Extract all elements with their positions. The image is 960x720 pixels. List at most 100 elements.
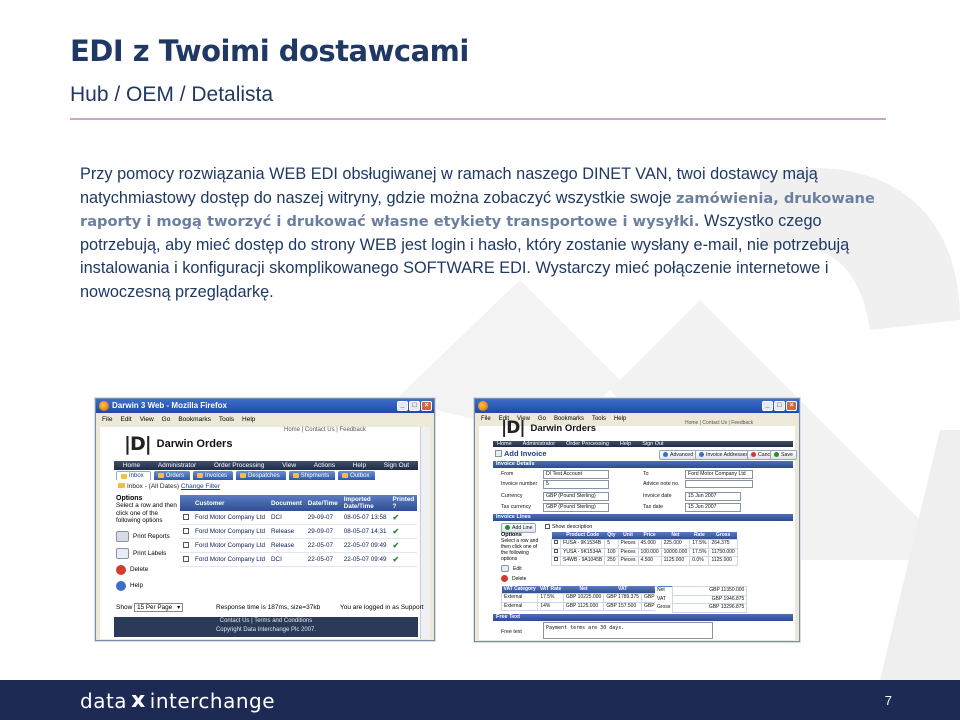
nav-administrator[interactable]: Administrator: [158, 462, 196, 469]
inbox-table: Customer Document Date/Time Imported Dat…: [180, 495, 418, 567]
col-customer[interactable]: Customer: [192, 495, 268, 511]
company-logo: data x interchange: [80, 688, 275, 713]
minimize-button[interactable]: _: [397, 401, 408, 411]
to-select[interactable]: Ford Motor Company Ltd: [685, 470, 753, 479]
page-number: 7: [884, 693, 892, 708]
tab-orders[interactable]: Orders: [153, 471, 191, 480]
maximize-button[interactable]: □: [774, 401, 785, 411]
options-description: Select a row and then click one of the f…: [116, 502, 177, 524]
table-row[interactable]: YUSA - 9K1534A 100 Pieces 100.000 10000.…: [551, 547, 738, 557]
app-name: Darwin Orders: [156, 438, 233, 450]
nav-sign-out[interactable]: Sign Out: [384, 462, 409, 469]
row-checkbox[interactable]: [183, 555, 189, 562]
close-button[interactable]: ×: [786, 401, 797, 411]
menu-tools[interactable]: Tools: [219, 413, 234, 426]
advanced-button[interactable]: Advanced: [659, 450, 698, 460]
maximize-button[interactable]: □: [409, 401, 420, 411]
options-title: Options: [116, 495, 143, 502]
tax-currency-select[interactable]: GBP (Pound Sterling): [543, 503, 609, 512]
table-row[interactable]: Ford Motor Company Ltd Release 22-05-07 …: [180, 538, 418, 553]
delete-icon: [501, 575, 508, 582]
total-row-gross: Gross GBP 13296.875: [655, 603, 748, 613]
row-checkbox[interactable]: [183, 541, 189, 548]
free-text-area[interactable]: Payment terms are 30 days.: [543, 622, 713, 639]
nav-order-processing[interactable]: Order Processing: [214, 462, 265, 469]
save-button[interactable]: Save: [770, 450, 797, 460]
tab-invoices[interactable]: Invoices: [193, 471, 234, 480]
menu-bookmarks[interactable]: Bookmarks: [178, 413, 211, 426]
currency-select[interactable]: GBP (Pound Sterling): [543, 492, 609, 501]
col-imported[interactable]: Imported Date/Time: [340, 495, 390, 511]
col-document[interactable]: Document: [268, 495, 305, 511]
menu-help[interactable]: Help: [242, 413, 255, 426]
nav-actions[interactable]: Actions: [314, 462, 335, 469]
menu-file[interactable]: File: [481, 413, 491, 425]
advice-note-input[interactable]: [685, 480, 753, 488]
line-options-description: Select a row and then click one of the f…: [501, 538, 539, 562]
from-select[interactable]: DI Test Account: [543, 470, 609, 479]
row-checkbox[interactable]: [183, 513, 189, 520]
change-filter-link[interactable]: Change Filter: [181, 483, 220, 490]
nav-sign-out[interactable]: Sign Out: [642, 441, 663, 447]
nav-view[interactable]: View: [282, 462, 296, 469]
edit-icon: [501, 565, 509, 572]
field-label-free-text: Free text: [501, 629, 522, 635]
option-delete[interactable]: Delete: [116, 564, 178, 575]
col-vat-net: Net: [563, 586, 604, 594]
tab-despatches[interactable]: Despatches: [236, 471, 286, 480]
option-print-labels[interactable]: Print Labels: [116, 547, 178, 559]
menu-view[interactable]: View: [140, 413, 154, 426]
col-printed[interactable]: Printed ?: [389, 495, 418, 511]
printer-icon: [116, 530, 129, 542]
menu-help[interactable]: Help: [614, 413, 626, 425]
table-row[interactable]: Ford Motor Company Ltd Release 29-09-07 …: [180, 524, 418, 539]
col-vat-rate: VAT Rate: [537, 586, 564, 594]
invoice-number-input[interactable]: 5: [543, 480, 609, 489]
nav-order-processing[interactable]: Order Processing: [566, 441, 609, 447]
nav-help[interactable]: Help: [353, 462, 366, 469]
tax-date-select[interactable]: 15 Jun 2007: [685, 503, 741, 512]
outbox-icon: [342, 473, 349, 478]
col-price: Price: [638, 532, 662, 540]
nav-administrator[interactable]: Administrator: [523, 441, 555, 447]
invoice-date-select[interactable]: 15 Jun 2007: [685, 492, 741, 501]
menu-edit[interactable]: Edit: [120, 413, 131, 426]
tab-outbox[interactable]: Outbox: [338, 471, 376, 480]
row-checkbox[interactable]: [554, 548, 558, 553]
option-edit[interactable]: Edit: [501, 565, 545, 572]
row-checkbox[interactable]: [554, 557, 558, 561]
cancel-icon: [751, 452, 756, 457]
row-checkbox[interactable]: [554, 540, 558, 544]
field-label-from: From: [501, 471, 514, 477]
table-row[interactable]: Ford Motor Company Ltd DCI 29-09-07 08-0…: [180, 511, 418, 525]
footer-links[interactable]: Contact Us | Terms and Conditions: [114, 617, 418, 626]
menu-file[interactable]: File: [102, 413, 112, 426]
tab-shipments[interactable]: Shipments: [288, 471, 336, 480]
row-checkbox[interactable]: [183, 527, 189, 534]
option-print-reports[interactable]: Print Reports: [116, 530, 178, 542]
top-links[interactable]: Home | Contact Us | Feedback: [685, 420, 753, 426]
minimize-button[interactable]: _: [762, 401, 773, 411]
nav-home[interactable]: Home: [123, 462, 140, 469]
nav-help[interactable]: Help: [620, 441, 631, 447]
show-description-toggle[interactable]: Show description: [545, 524, 592, 530]
close-button[interactable]: ×: [421, 401, 432, 411]
menu-go[interactable]: Go: [162, 413, 171, 426]
option-help[interactable]: Help: [116, 580, 178, 591]
checkbox[interactable]: [545, 524, 550, 529]
page-size-select[interactable]: 15 Per Page: [134, 603, 184, 612]
cell-customer: Ford Motor Company Ltd: [192, 538, 268, 553]
col-net: Net: [661, 532, 690, 540]
col-date-time[interactable]: Date/Time: [304, 495, 341, 511]
table-row[interactable]: FUSA - 9K1534B 5 Pieces 45.000 225.000 1…: [551, 539, 738, 549]
main-nav: Home Administrator Order Processing View…: [114, 461, 418, 470]
nav-home[interactable]: Home: [497, 441, 512, 447]
field-label-to: To: [643, 471, 649, 477]
option-delete[interactable]: Delete: [501, 575, 545, 582]
top-links[interactable]: Home | Contact Us | Feedback: [284, 427, 366, 433]
table-row[interactable]: S4WB - 9A1045B 250 Pieces 4.500 1125.000…: [551, 556, 738, 566]
table-row[interactable]: Ford Motor Company Ltd DCI 22-05-07 22-0…: [180, 552, 418, 567]
tab-inbox[interactable]: Inbox: [116, 471, 151, 480]
add-icon: [505, 525, 510, 530]
invoice-addresses-button[interactable]: Invoice Addresses: [695, 450, 753, 460]
